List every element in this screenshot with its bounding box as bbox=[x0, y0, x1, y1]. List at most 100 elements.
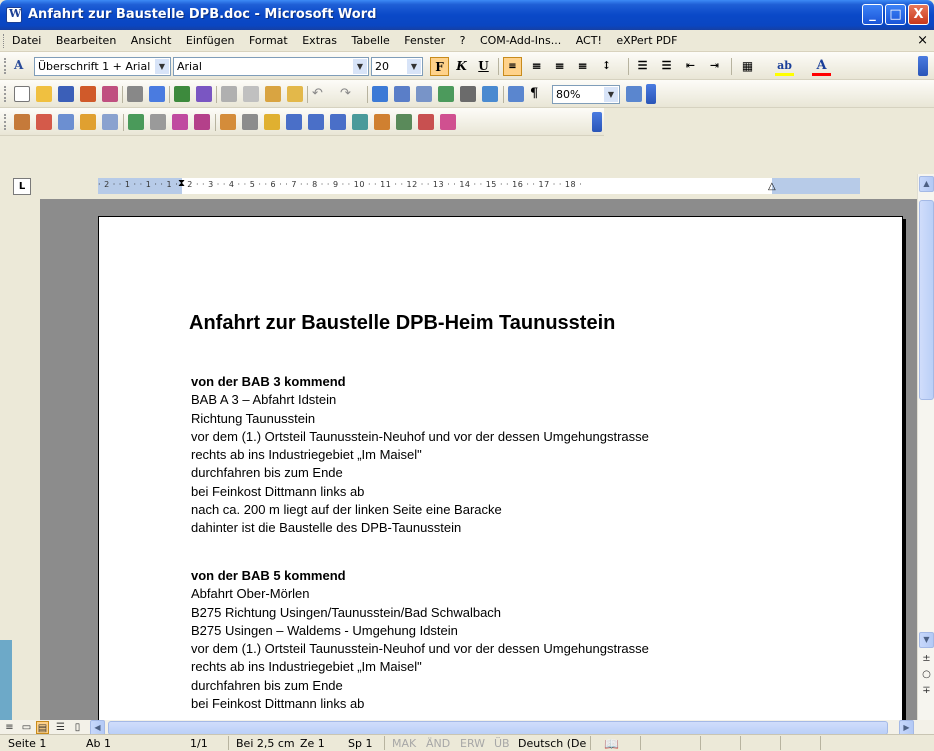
menu-com-addins[interactable]: COM-Add-Ins... bbox=[480, 34, 561, 47]
custom-tool-icon-2[interactable] bbox=[36, 114, 52, 130]
document-map-icon[interactable] bbox=[508, 86, 524, 102]
cut-icon[interactable] bbox=[221, 86, 237, 102]
drawing-icon[interactable] bbox=[482, 86, 498, 102]
custom-tool-icon-11[interactable] bbox=[242, 114, 258, 130]
custom-tool-icon-3[interactable] bbox=[58, 114, 74, 130]
close-button[interactable]: X bbox=[908, 4, 929, 25]
custom-tool-icon-17[interactable] bbox=[374, 114, 390, 130]
align-right-icon[interactable]: ≡ bbox=[550, 57, 569, 76]
normal-view-icon[interactable]: ≡ bbox=[3, 721, 16, 734]
horizontal-ruler[interactable]: · 2 · · 1 · · 1 · · 1 · · 2 · · 3 · · 4 … bbox=[98, 178, 860, 194]
underline-button[interactable]: U bbox=[474, 57, 493, 76]
print-layout-icon[interactable]: ▤ bbox=[36, 721, 49, 734]
vertical-scrollbar[interactable]: ▲ ▼ ± ○ ∓ bbox=[917, 174, 934, 738]
numbering-icon[interactable]: ☰ bbox=[633, 57, 652, 76]
spelling-status-icon[interactable]: 📖 bbox=[604, 737, 619, 751]
custom-tool-icon-1[interactable] bbox=[14, 114, 30, 130]
toolbar-grip[interactable] bbox=[4, 114, 7, 130]
border-icon[interactable]: ▦ bbox=[738, 57, 757, 76]
status-language[interactable]: Deutsch (De bbox=[518, 737, 586, 750]
document-close-button[interactable]: × bbox=[917, 33, 928, 48]
custom-tool-icon-18[interactable] bbox=[396, 114, 412, 130]
document-page[interactable]: Anfahrt zur Baustelle DPB-Heim Taunusste… bbox=[98, 216, 903, 738]
chevron-down-icon[interactable]: ▼ bbox=[407, 59, 421, 74]
reading-layout-icon[interactable]: ▯ bbox=[71, 721, 84, 734]
menu-extras[interactable]: Extras bbox=[302, 34, 337, 47]
email-icon[interactable] bbox=[102, 86, 118, 102]
status-extend-selection[interactable]: ERW bbox=[460, 737, 485, 750]
tab-selector-button[interactable]: L bbox=[13, 178, 31, 195]
scroll-thumb[interactable] bbox=[919, 200, 934, 400]
web-layout-icon[interactable]: ▭ bbox=[20, 721, 33, 734]
zoom-combo[interactable]: 80% ▼ bbox=[552, 85, 620, 104]
custom-tool-icon-14[interactable] bbox=[308, 114, 324, 130]
copy-icon[interactable] bbox=[243, 86, 259, 102]
scroll-up-button[interactable]: ▲ bbox=[919, 176, 934, 192]
menu-datei[interactable]: Datei bbox=[12, 34, 41, 47]
chevron-down-icon[interactable]: ▼ bbox=[353, 59, 367, 74]
menu-fenster[interactable]: Fenster bbox=[404, 34, 445, 47]
print-icon[interactable] bbox=[127, 86, 143, 102]
custom-tool-icon-8[interactable] bbox=[172, 114, 188, 130]
insert-excel-icon[interactable] bbox=[438, 86, 454, 102]
pilcrow-icon[interactable]: ¶ bbox=[530, 86, 546, 102]
chevron-down-icon[interactable]: ▼ bbox=[155, 59, 169, 74]
font-color-icon[interactable]: A bbox=[812, 57, 831, 76]
menu-format[interactable]: Format bbox=[249, 34, 288, 47]
custom-tool-icon-12[interactable] bbox=[264, 114, 280, 130]
spelling-icon[interactable] bbox=[174, 86, 190, 102]
custom-tool-icon-10[interactable] bbox=[220, 114, 236, 130]
chevron-down-icon[interactable]: ▼ bbox=[604, 87, 618, 102]
word-app-icon[interactable] bbox=[6, 7, 22, 23]
outline-view-icon[interactable]: ☰ bbox=[54, 721, 67, 734]
align-justify-icon[interactable]: ≡ bbox=[573, 57, 592, 76]
increase-indent-icon[interactable]: ⇥ bbox=[705, 57, 724, 76]
custom-tool-icon-4[interactable] bbox=[80, 114, 96, 130]
tables-borders-icon[interactable] bbox=[394, 86, 410, 102]
custom-tool-icon-9[interactable] bbox=[194, 114, 210, 130]
custom-tool-icon-7[interactable] bbox=[150, 114, 166, 130]
share-icon[interactable] bbox=[626, 86, 642, 102]
toolbar-options-icon[interactable] bbox=[918, 56, 928, 76]
print-preview-icon[interactable] bbox=[149, 86, 165, 102]
menu-act[interactable]: ACT! bbox=[576, 34, 602, 47]
menu-tabelle[interactable]: Tabelle bbox=[352, 34, 390, 47]
research-icon[interactable] bbox=[196, 86, 212, 102]
permission-icon[interactable] bbox=[80, 86, 96, 102]
bullets-icon[interactable]: ☰ bbox=[657, 57, 676, 76]
status-track-changes[interactable]: ÄND bbox=[426, 737, 450, 750]
insert-table-icon[interactable] bbox=[416, 86, 432, 102]
highlight-icon[interactable]: ab bbox=[775, 57, 794, 76]
new-document-icon[interactable] bbox=[14, 86, 30, 102]
next-page-icon[interactable]: ∓ bbox=[920, 684, 933, 698]
document-workspace[interactable]: Anfahrt zur Baustelle DPB-Heim Taunusste… bbox=[40, 199, 917, 738]
menubar-grip[interactable] bbox=[3, 34, 6, 48]
maximize-button[interactable]: □ bbox=[885, 4, 906, 25]
format-painter-icon[interactable] bbox=[287, 86, 303, 102]
align-left-icon[interactable]: ≡ bbox=[503, 57, 522, 76]
menu-expert-pdf[interactable]: eXPert PDF bbox=[616, 34, 677, 47]
bold-button[interactable]: F bbox=[430, 57, 449, 76]
toolbar-grip[interactable] bbox=[4, 86, 7, 102]
scroll-down-button[interactable]: ▼ bbox=[919, 632, 934, 648]
font-size-combo[interactable]: 20 ▼ bbox=[371, 57, 423, 76]
menu-bearbeiten[interactable]: Bearbeiten bbox=[56, 34, 116, 47]
align-center-icon[interactable]: ≡ bbox=[527, 57, 546, 76]
redo-icon[interactable]: ↷ bbox=[340, 86, 356, 102]
toolbar-grip[interactable] bbox=[4, 58, 7, 74]
undo-icon[interactable]: ↶ bbox=[312, 86, 328, 102]
menu-help[interactable]: ? bbox=[460, 34, 466, 47]
line-spacing-icon[interactable]: ↕ bbox=[597, 57, 616, 76]
custom-tool-icon-15[interactable] bbox=[330, 114, 346, 130]
paste-icon[interactable] bbox=[265, 86, 281, 102]
open-folder-icon[interactable] bbox=[36, 86, 52, 102]
italic-button[interactable]: K bbox=[452, 57, 471, 76]
status-macro-recorder[interactable]: MAK bbox=[392, 737, 416, 750]
right-indent-marker[interactable]: △ bbox=[768, 181, 776, 192]
minimize-button[interactable]: _ bbox=[862, 4, 883, 25]
decrease-indent-icon[interactable]: ⇤ bbox=[681, 57, 700, 76]
custom-tool-icon-6[interactable] bbox=[128, 114, 144, 130]
previous-page-icon[interactable]: ± bbox=[920, 652, 933, 666]
custom-tool-icon-19[interactable] bbox=[418, 114, 434, 130]
status-overtype[interactable]: ÜB bbox=[494, 737, 510, 750]
